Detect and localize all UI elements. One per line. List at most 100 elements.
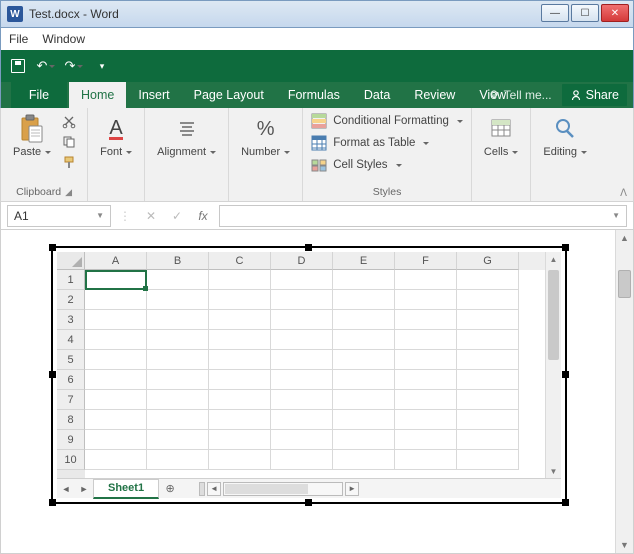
alignment-button[interactable]: Alignment <box>153 112 220 160</box>
share-button[interactable]: Share <box>562 84 627 106</box>
document-vertical-scrollbar[interactable]: ▲ ▼ <box>615 230 633 553</box>
document-area[interactable]: ▲ ▼ 1 2 3 4 5 6 7 8 9 <box>0 230 634 554</box>
scroll-left-button[interactable]: ◄ <box>207 482 221 496</box>
group-font: A Font <box>88 108 145 201</box>
share-icon <box>570 89 582 101</box>
maximize-button[interactable]: ☐ <box>571 4 599 22</box>
close-button[interactable]: ✕ <box>601 4 629 22</box>
column-header[interactable]: F <box>395 252 457 270</box>
quick-access-toolbar: ↶ ↷ ▾ <box>0 50 634 82</box>
row-header[interactable]: 10 <box>57 450 85 470</box>
menu-file[interactable]: File <box>9 32 28 46</box>
sheet-tab-strip: ◄ ► Sheet1 ⊕ ◄ ► <box>57 478 561 498</box>
cut-button[interactable] <box>59 114 79 130</box>
tab-review[interactable]: Review <box>402 82 467 108</box>
customize-qat-button[interactable]: ▾ <box>91 55 113 77</box>
resize-handle[interactable] <box>49 371 56 378</box>
column-header[interactable]: E <box>333 252 395 270</box>
name-box-dropdown[interactable]: ⋮ <box>113 205 137 227</box>
resize-handle[interactable] <box>49 499 56 506</box>
scroll-thumb[interactable] <box>618 270 631 298</box>
insert-function-button[interactable]: fx <box>191 205 215 227</box>
sheet-horizontal-scrollbar[interactable] <box>223 482 343 496</box>
clipboard-launcher[interactable]: ◢ <box>65 187 72 198</box>
ribbon-body: Paste Clipboard◢ A Font Alignment <box>0 108 634 202</box>
group-cells: Cells <box>472 108 531 201</box>
font-icon: A <box>103 114 129 144</box>
column-header[interactable]: C <box>209 252 271 270</box>
column-header[interactable]: B <box>147 252 209 270</box>
sheet-nav-next[interactable]: ► <box>75 484 93 494</box>
number-button[interactable]: % Number <box>237 112 294 160</box>
cells-button[interactable]: Cells <box>480 112 522 160</box>
conditional-formatting-button[interactable]: Conditional Formatting <box>311 112 463 130</box>
format-as-table-button[interactable]: Format as Table <box>311 134 463 152</box>
resize-handle[interactable] <box>305 244 312 251</box>
save-button[interactable] <box>7 55 29 77</box>
sheet-nav-prev[interactable]: ◄ <box>57 484 75 494</box>
format-painter-button[interactable] <box>59 154 79 170</box>
window-title: Test.docx - Word <box>29 7 119 21</box>
font-button[interactable]: A Font <box>96 112 136 160</box>
select-all-corner[interactable] <box>57 252 85 270</box>
word-menubar: File Window <box>0 28 634 50</box>
formula-input[interactable]: ▼ <box>219 205 627 227</box>
copy-icon <box>62 135 76 149</box>
embedded-spreadsheet-object[interactable]: 1 2 3 4 5 6 7 8 9 10 A B C D <box>51 246 567 504</box>
tell-me-search[interactable]: Tell me... <box>482 88 558 102</box>
undo-button[interactable]: ↶ <box>35 55 57 77</box>
alignment-icon <box>174 114 200 144</box>
menu-window[interactable]: Window <box>42 32 85 46</box>
sheet-tab-sheet1[interactable]: Sheet1 <box>93 479 159 499</box>
enter-entry-button[interactable]: ✓ <box>165 205 189 227</box>
tab-file[interactable]: File <box>11 82 67 108</box>
resize-handle[interactable] <box>562 244 569 251</box>
scroll-up-icon: ▲ <box>616 230 633 246</box>
row-header[interactable]: 3 <box>57 310 85 330</box>
row-header[interactable]: 1 <box>57 270 85 290</box>
save-icon <box>11 59 25 73</box>
sheet-vertical-scrollbar[interactable]: ▲ ▼ <box>545 252 561 478</box>
row-header[interactable]: 6 <box>57 370 85 390</box>
tab-page-layout[interactable]: Page Layout <box>182 82 276 108</box>
copy-button[interactable] <box>59 134 79 150</box>
resize-handle[interactable] <box>49 244 56 251</box>
resize-handle[interactable] <box>562 371 569 378</box>
new-sheet-button[interactable]: ⊕ <box>159 482 181 495</box>
cancel-entry-button[interactable]: ✕ <box>139 205 163 227</box>
column-header[interactable]: G <box>457 252 519 270</box>
row-header[interactable]: 9 <box>57 430 85 450</box>
minimize-button[interactable]: — <box>541 4 569 22</box>
tab-formulas[interactable]: Formulas <box>276 82 352 108</box>
resize-handle[interactable] <box>562 499 569 506</box>
tab-home[interactable]: Home <box>69 82 126 108</box>
scroll-up-icon: ▲ <box>546 252 561 266</box>
row-header[interactable]: 8 <box>57 410 85 430</box>
window-titlebar: W Test.docx - Word — ☐ ✕ <box>0 0 634 28</box>
row-header[interactable]: 5 <box>57 350 85 370</box>
scroll-thumb[interactable] <box>548 270 559 360</box>
scroll-thumb[interactable] <box>225 484 308 494</box>
scroll-right-button[interactable]: ► <box>345 482 359 496</box>
cell-grid[interactable] <box>85 270 545 478</box>
column-header[interactable]: D <box>271 252 333 270</box>
tab-scroll-splitter[interactable] <box>199 482 205 496</box>
row-header[interactable]: 2 <box>57 290 85 310</box>
conditional-formatting-icon <box>311 113 327 129</box>
name-box[interactable]: A1 ▼ <box>7 205 111 227</box>
paste-button[interactable]: Paste <box>9 112 55 160</box>
format-painter-icon <box>62 155 76 169</box>
collapse-ribbon-button[interactable]: ᐱ <box>620 188 627 199</box>
tab-data[interactable]: Data <box>352 82 402 108</box>
cell-styles-icon <box>311 157 327 173</box>
resize-handle[interactable] <box>305 499 312 506</box>
column-header[interactable]: A <box>85 252 147 270</box>
editing-button[interactable]: Editing <box>539 112 591 160</box>
row-header[interactable]: 4 <box>57 330 85 350</box>
row-header[interactable]: 7 <box>57 390 85 410</box>
find-icon <box>552 114 578 144</box>
redo-button[interactable]: ↷ <box>63 55 85 77</box>
cell-styles-button[interactable]: Cell Styles <box>311 156 463 174</box>
tab-insert[interactable]: Insert <box>126 82 181 108</box>
lightbulb-icon <box>488 89 500 101</box>
